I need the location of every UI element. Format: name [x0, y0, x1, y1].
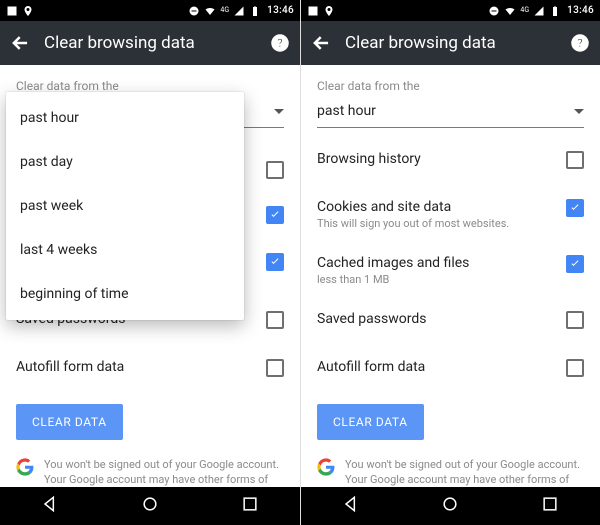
wifi-icon: [204, 5, 216, 17]
time-range-popup: past hour past day past week last 4 week…: [6, 92, 244, 320]
do-not-disturb-icon: [488, 5, 500, 17]
status-bar: 4G 13:46: [0, 0, 300, 21]
status-clock: 13:46: [267, 5, 294, 16]
signal-icon: [533, 5, 545, 17]
nav-home-icon[interactable]: [140, 494, 160, 518]
caret-down-icon: [574, 106, 584, 121]
checkbox-autofill[interactable]: [566, 359, 584, 377]
caret-down-icon: [274, 106, 284, 121]
toolbar: Clear browsing data ?: [301, 21, 600, 65]
nav-back-icon[interactable]: [40, 494, 60, 518]
help-icon[interactable]: ?: [570, 33, 590, 53]
image-icon: [307, 5, 319, 17]
toolbar: Clear browsing data ?: [0, 21, 300, 65]
battery-icon: [549, 5, 561, 17]
wifi-icon: [504, 5, 516, 17]
row-label: Autofill form data: [16, 359, 256, 375]
google-logo-icon: [317, 458, 335, 476]
status-bar: 4G 13:46: [301, 0, 600, 21]
svg-text:?: ?: [577, 36, 583, 50]
android-nav-bar: [301, 487, 600, 525]
page-title: Clear browsing data: [345, 33, 496, 53]
row-browsing-history[interactable]: Browsing history: [301, 138, 600, 186]
google-logo-icon: [16, 458, 34, 476]
row-label: Autofill form data: [317, 359, 556, 375]
nav-home-icon[interactable]: [440, 494, 460, 518]
popup-item-beginning[interactable]: beginning of time: [6, 272, 244, 316]
row-label: Saved passwords: [317, 311, 556, 327]
popup-item-past-week[interactable]: past week: [6, 184, 244, 228]
location-icon: [22, 5, 34, 17]
nav-back-icon[interactable]: [341, 494, 361, 518]
image-icon: [6, 5, 18, 17]
row-sublabel: This will sign you out of most websites.: [317, 217, 556, 230]
checkbox-browsing-peek[interactable]: [266, 161, 284, 179]
row-autofill[interactable]: Autofill form data: [0, 346, 300, 394]
do-not-disturb-icon: [188, 5, 200, 17]
back-icon[interactable]: [311, 33, 331, 53]
row-passwords[interactable]: Saved passwords: [301, 298, 600, 346]
checkbox-passwords[interactable]: [266, 311, 284, 329]
checkbox-passwords[interactable]: [566, 311, 584, 329]
clear-data-button[interactable]: CLEAR DATA: [16, 404, 123, 440]
dropdown-value: past hour: [317, 103, 574, 123]
row-cache[interactable]: Cached images and files less than 1 MB: [301, 242, 600, 298]
row-label: Browsing history: [317, 151, 556, 167]
clear-data-button[interactable]: CLEAR DATA: [317, 404, 424, 440]
status-clock: 13:46: [567, 5, 594, 16]
popup-item-past-hour[interactable]: past hour: [6, 96, 244, 140]
row-label: Cached images and files: [317, 255, 556, 271]
help-icon[interactable]: ?: [270, 33, 290, 53]
section-label: Clear data from the: [301, 65, 600, 99]
signal-icon: [233, 5, 245, 17]
popup-item-past-day[interactable]: past day: [6, 140, 244, 184]
checkbox-cache[interactable]: [566, 255, 584, 273]
svg-text:?: ?: [277, 36, 283, 50]
network-type: 4G: [520, 7, 529, 14]
checkbox-browsing[interactable]: [566, 151, 584, 169]
page-title: Clear browsing data: [44, 33, 195, 53]
battery-icon: [249, 5, 261, 17]
footer-note: You won't be signed out of your Google a…: [0, 450, 300, 487]
phone-right: 4G 13:46 Clear browsing data ? Clear dat…: [300, 0, 600, 525]
checkbox-cookies[interactable]: [566, 199, 584, 217]
time-range-dropdown[interactable]: past hour: [317, 99, 584, 128]
footer-text: You won't be signed out of your Google a…: [345, 458, 584, 487]
nav-recents-icon[interactable]: [540, 494, 560, 518]
footer-note: You won't be signed out of your Google a…: [301, 450, 600, 487]
android-nav-bar: [0, 487, 300, 525]
network-type: 4G: [220, 7, 229, 14]
checkbox-autofill[interactable]: [266, 359, 284, 377]
checkbox-cache-peek[interactable]: [266, 253, 284, 271]
content-area: Clear data from the past hour Browsing h…: [301, 65, 600, 487]
row-label: Cookies and site data: [317, 199, 556, 215]
row-autofill[interactable]: Autofill form data: [301, 346, 600, 394]
location-icon: [323, 5, 335, 17]
row-sublabel: less than 1 MB: [317, 273, 556, 286]
back-icon[interactable]: [10, 33, 30, 53]
nav-recents-icon[interactable]: [240, 494, 260, 518]
checkbox-cookies-peek[interactable]: [266, 206, 284, 224]
phone-left: 4G 13:46 Clear browsing data ? Clear dat…: [0, 0, 300, 525]
footer-text: You won't be signed out of your Google a…: [44, 458, 284, 487]
row-cookies[interactable]: Cookies and site data This will sign you…: [301, 186, 600, 242]
popup-item-last-4-weeks[interactable]: last 4 weeks: [6, 228, 244, 272]
